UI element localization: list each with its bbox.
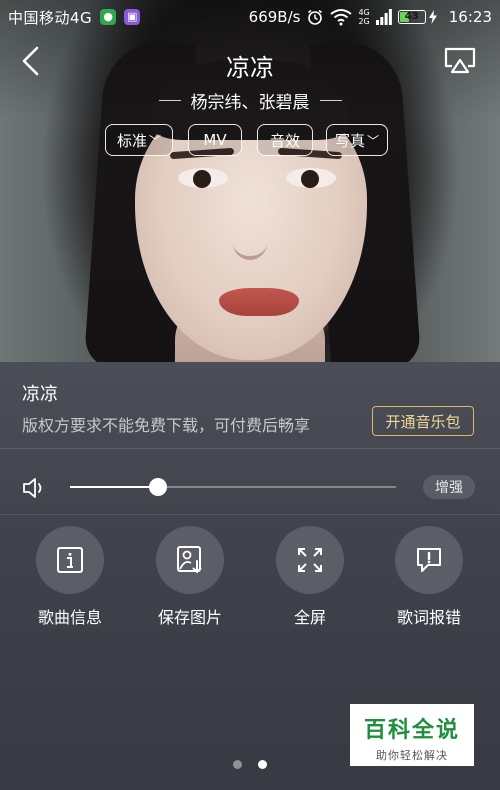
fullscreen-icon	[298, 548, 322, 572]
photo-eye-right	[286, 168, 336, 188]
report-lyrics-action[interactable]: 歌词报错	[374, 526, 484, 628]
clock: 16:23	[448, 8, 492, 26]
save-image-icon	[177, 546, 202, 574]
quality-chip[interactable]: 标准 ﹀	[105, 124, 173, 156]
watermark-subtitle: 助你轻松解决	[376, 749, 448, 762]
open-music-package-button[interactable]: 开通音乐包	[372, 406, 474, 436]
divider	[0, 514, 500, 515]
mv-chip-label: MV	[203, 131, 227, 149]
fullscreen-label: 全屏	[293, 608, 326, 627]
save-image-button[interactable]	[156, 526, 224, 594]
battery-icon: 43	[397, 10, 426, 24]
artist-left-dash	[158, 100, 181, 101]
volume-icon[interactable]	[22, 476, 48, 500]
quality-chip-label: 标准	[116, 131, 147, 150]
song-info-button[interactable]	[36, 526, 104, 594]
save-image-action[interactable]: 保存图片	[135, 526, 245, 628]
chevron-down-icon: ﹀	[367, 133, 380, 148]
watermark-title: 百科全说	[363, 718, 460, 743]
divider	[0, 448, 500, 449]
network-type-primary: 4G	[358, 8, 370, 17]
wifi-icon	[330, 9, 353, 26]
copyright-notice: 版权方要求不能免费下载，可付费后畅享	[22, 416, 311, 435]
artist-name[interactable]: 杨宗纬、张碧晨	[191, 88, 310, 113]
volume-slider-thumb[interactable]	[149, 478, 168, 496]
info-song-name: 凉凉	[22, 384, 58, 405]
fullscreen-button[interactable]	[276, 526, 344, 594]
net-speed: 669B/s	[248, 8, 301, 26]
cast-icon[interactable]	[443, 46, 477, 76]
gallery-notification-icon: ▣	[124, 9, 141, 25]
page-dot[interactable]	[233, 760, 242, 769]
sound-effect-chip-label: 音效	[269, 131, 300, 150]
report-lyrics-label: 歌词报错	[396, 608, 461, 627]
signal-icon	[375, 9, 392, 25]
report-lyrics-button[interactable]	[395, 526, 463, 594]
report-lyrics-icon	[417, 548, 441, 572]
network-type-secondary: 2G	[358, 17, 370, 26]
photo-lips	[219, 288, 299, 316]
app-notification-icon: ●	[100, 9, 117, 25]
mv-chip[interactable]: MV	[188, 124, 242, 156]
mode-chips: 标准 ﹀ MV 音效 写真 ﹀	[0, 124, 500, 156]
charging-icon	[428, 10, 437, 24]
page-dot[interactable]	[258, 760, 267, 769]
song-info-action[interactable]: 歌曲信息	[15, 526, 125, 628]
alarm-icon	[308, 9, 323, 25]
battery-percent: 43	[404, 11, 419, 22]
status-right-group: 669B/s 4G 2G 43 16:23	[249, 8, 492, 26]
info-icon	[57, 547, 83, 573]
volume-slider-fill	[70, 486, 159, 488]
watermark-logo: 百科全说 助你轻松解决	[350, 704, 474, 766]
portrait-chip-label: 写真	[334, 131, 365, 150]
battery-indicator: 43	[397, 10, 437, 24]
portrait-chip[interactable]: 写真 ﹀	[326, 124, 388, 156]
song-title: 凉凉	[226, 54, 274, 82]
volume-slider[interactable]	[70, 478, 396, 496]
artist-line: 杨宗纬、张碧晨	[0, 88, 500, 113]
photo-eye-left	[178, 168, 228, 188]
artist-right-dash	[319, 100, 342, 101]
fullscreen-action[interactable]: 全屏	[255, 526, 365, 628]
carrier-label: 中国移动4G	[8, 8, 93, 27]
save-image-label: 保存图片	[157, 608, 222, 627]
volume-boost-button[interactable]: 增强	[423, 475, 475, 499]
chevron-down-icon: ﹀	[149, 133, 162, 148]
status-bar: 中国移动4G ● ▣ 669B/s 4G 2G 43 16:23	[0, 0, 500, 34]
network-type: 4G 2G	[358, 8, 369, 26]
sound-effect-chip[interactable]: 音效	[257, 124, 313, 156]
song-info-label: 歌曲信息	[37, 608, 102, 627]
